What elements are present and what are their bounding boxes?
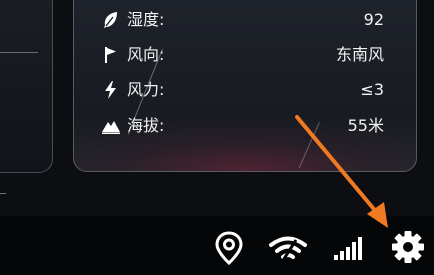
lightning-icon (105, 81, 116, 99)
humidity-value: 92 (363, 10, 384, 29)
altitude-value: 55米 (347, 116, 384, 135)
wind-direction-row: 风向: 东南风 (0, 42, 434, 68)
divider (0, 193, 6, 194)
signal-bars-icon[interactable] (333, 235, 365, 261)
altitude-row: 海拔: 55米 (0, 113, 434, 139)
wifi-icon[interactable] (268, 234, 308, 264)
leaf-icon (104, 12, 117, 28)
location-pin-icon[interactable] (214, 231, 244, 265)
status-bar (0, 216, 434, 275)
wind-force-row: 风力: ≤3 (0, 77, 434, 103)
wind-direction-value: 东南风 (335, 45, 384, 64)
wind-force-value: ≤3 (360, 80, 384, 99)
humidity-row: 湿度: 92 (0, 7, 434, 33)
wind-force-label: 风力: (127, 80, 165, 99)
settings-gear-icon[interactable] (390, 229, 426, 265)
flag-icon (105, 47, 116, 63)
wind-direction-label: 风向: (127, 45, 165, 64)
mountain-icon (102, 121, 120, 134)
altitude-label: 海拔: (127, 116, 165, 135)
humidity-label: 湿度: (127, 10, 165, 29)
dashboard-area: 湿度: 92 风向: 东南风 风力: ≤3 海拔: 55米 (0, 0, 434, 216)
